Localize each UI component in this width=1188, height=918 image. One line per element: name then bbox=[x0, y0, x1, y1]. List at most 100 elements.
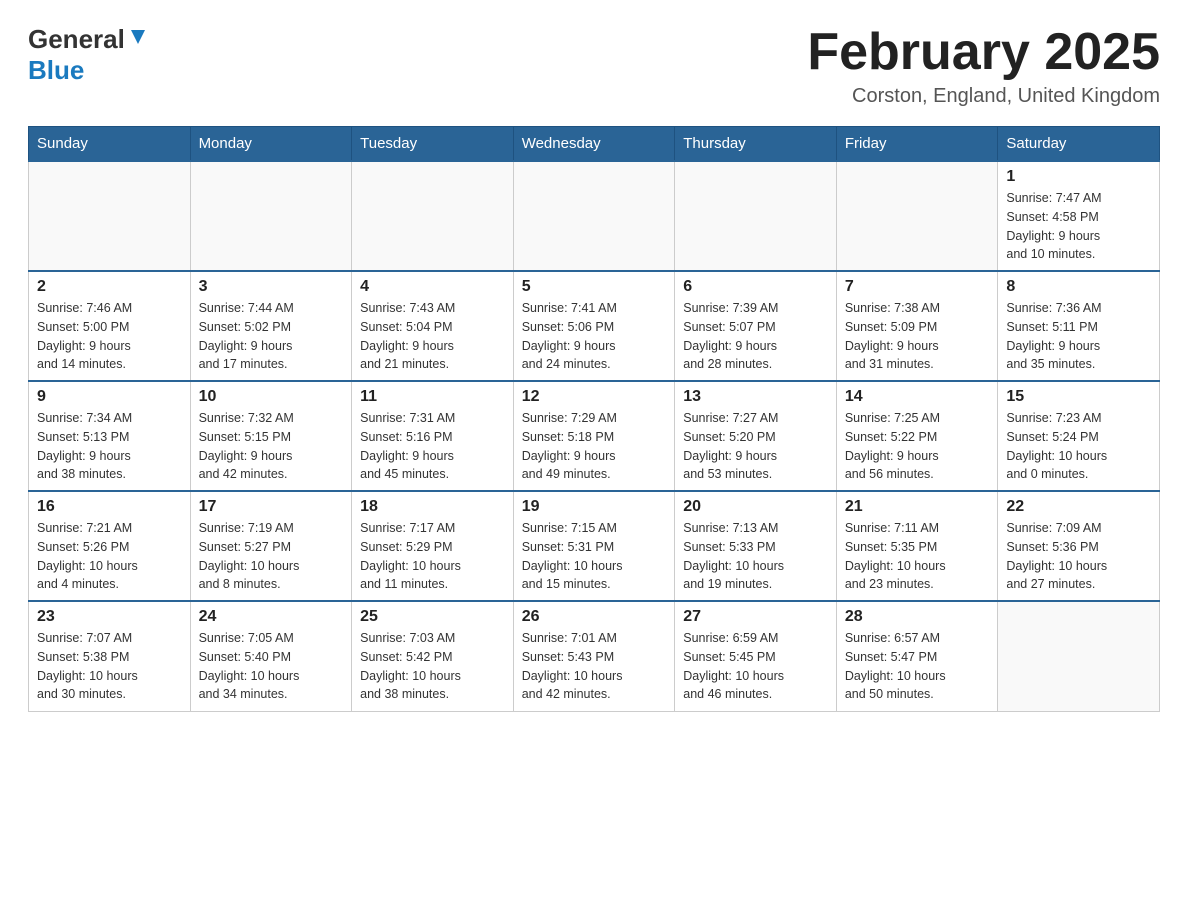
location-text: Corston, England, United Kingdom bbox=[807, 85, 1160, 108]
calendar-week-5: 23 Sunrise: 7:07 AM Sunset: 5:38 PM Dayli… bbox=[29, 601, 1160, 711]
calendar-cell bbox=[190, 161, 352, 271]
page-header: General Blue February 2025 Corston, Engl… bbox=[28, 24, 1160, 108]
day-number: 26 bbox=[522, 608, 667, 626]
calendar-week-2: 2 Sunrise: 7:46 AM Sunset: 5:00 PM Daylig… bbox=[29, 271, 1160, 381]
day-number: 20 bbox=[683, 498, 828, 516]
calendar-cell: 12 Sunrise: 7:29 AM Sunset: 5:18 PM Dayli… bbox=[513, 381, 675, 491]
calendar-table: SundayMondayTuesdayWednesdayThursdayFrid… bbox=[28, 126, 1160, 712]
day-number: 4 bbox=[360, 278, 505, 296]
calendar-cell: 2 Sunrise: 7:46 AM Sunset: 5:00 PM Daylig… bbox=[29, 271, 191, 381]
day-number: 24 bbox=[199, 608, 344, 626]
day-info: Sunrise: 7:31 AM Sunset: 5:16 PM Dayligh… bbox=[360, 409, 505, 484]
day-number: 19 bbox=[522, 498, 667, 516]
calendar-cell: 21 Sunrise: 7:11 AM Sunset: 5:35 PM Dayli… bbox=[836, 491, 998, 601]
calendar-cell: 17 Sunrise: 7:19 AM Sunset: 5:27 PM Dayli… bbox=[190, 491, 352, 601]
day-number: 5 bbox=[522, 278, 667, 296]
day-number: 9 bbox=[37, 388, 182, 406]
calendar-cell bbox=[352, 161, 514, 271]
day-info: Sunrise: 7:27 AM Sunset: 5:20 PM Dayligh… bbox=[683, 409, 828, 484]
calendar-cell: 11 Sunrise: 7:31 AM Sunset: 5:16 PM Dayli… bbox=[352, 381, 514, 491]
day-number: 21 bbox=[845, 498, 990, 516]
day-number: 6 bbox=[683, 278, 828, 296]
calendar-week-3: 9 Sunrise: 7:34 AM Sunset: 5:13 PM Daylig… bbox=[29, 381, 1160, 491]
day-info: Sunrise: 7:01 AM Sunset: 5:43 PM Dayligh… bbox=[522, 629, 667, 704]
day-info: Sunrise: 7:11 AM Sunset: 5:35 PM Dayligh… bbox=[845, 519, 990, 594]
day-number: 7 bbox=[845, 278, 990, 296]
day-info: Sunrise: 7:39 AM Sunset: 5:07 PM Dayligh… bbox=[683, 299, 828, 374]
calendar-cell: 20 Sunrise: 7:13 AM Sunset: 5:33 PM Dayli… bbox=[675, 491, 837, 601]
logo-arrow-icon bbox=[127, 26, 149, 53]
day-number: 14 bbox=[845, 388, 990, 406]
day-info: Sunrise: 7:23 AM Sunset: 5:24 PM Dayligh… bbox=[1006, 409, 1151, 484]
logo-general-text: General bbox=[28, 24, 125, 55]
day-info: Sunrise: 7:29 AM Sunset: 5:18 PM Dayligh… bbox=[522, 409, 667, 484]
day-info: Sunrise: 7:46 AM Sunset: 5:00 PM Dayligh… bbox=[37, 299, 182, 374]
day-info: Sunrise: 7:47 AM Sunset: 4:58 PM Dayligh… bbox=[1006, 189, 1151, 264]
day-number: 16 bbox=[37, 498, 182, 516]
day-info: Sunrise: 7:15 AM Sunset: 5:31 PM Dayligh… bbox=[522, 519, 667, 594]
calendar-cell: 9 Sunrise: 7:34 AM Sunset: 5:13 PM Daylig… bbox=[29, 381, 191, 491]
day-info: Sunrise: 7:25 AM Sunset: 5:22 PM Dayligh… bbox=[845, 409, 990, 484]
calendar-cell: 3Sunrise: 7:44 AM Sunset: 5:02 PM Daylig… bbox=[190, 271, 352, 381]
day-info: Sunrise: 7:32 AM Sunset: 5:15 PM Dayligh… bbox=[199, 409, 344, 484]
calendar-cell: 22 Sunrise: 7:09 AM Sunset: 5:36 PM Dayli… bbox=[998, 491, 1160, 601]
calendar-cell: 27 Sunrise: 6:59 AM Sunset: 5:45 PM Dayli… bbox=[675, 601, 837, 711]
weekday-header-tuesday: Tuesday bbox=[352, 127, 514, 162]
calendar-cell: 14 Sunrise: 7:25 AM Sunset: 5:22 PM Dayli… bbox=[836, 381, 998, 491]
weekday-header-wednesday: Wednesday bbox=[513, 127, 675, 162]
day-info: Sunrise: 6:59 AM Sunset: 5:45 PM Dayligh… bbox=[683, 629, 828, 704]
calendar-cell bbox=[29, 161, 191, 271]
calendar-cell: 26 Sunrise: 7:01 AM Sunset: 5:43 PM Dayli… bbox=[513, 601, 675, 711]
day-number: 12 bbox=[522, 388, 667, 406]
day-number: 23 bbox=[37, 608, 182, 626]
day-info: Sunrise: 7:03 AM Sunset: 5:42 PM Dayligh… bbox=[360, 629, 505, 704]
calendar-cell bbox=[675, 161, 837, 271]
calendar-cell: 10Sunrise: 7:32 AM Sunset: 5:15 PM Dayli… bbox=[190, 381, 352, 491]
day-info: Sunrise: 7:38 AM Sunset: 5:09 PM Dayligh… bbox=[845, 299, 990, 374]
calendar-cell: 24Sunrise: 7:05 AM Sunset: 5:40 PM Dayli… bbox=[190, 601, 352, 711]
day-number: 27 bbox=[683, 608, 828, 626]
weekday-header-sunday: Sunday bbox=[29, 127, 191, 162]
day-info: Sunrise: 7:21 AM Sunset: 5:26 PM Dayligh… bbox=[37, 519, 182, 594]
day-number: 17 bbox=[199, 498, 344, 516]
day-info: Sunrise: 7:43 AM Sunset: 5:04 PM Dayligh… bbox=[360, 299, 505, 374]
day-number: 8 bbox=[1006, 278, 1151, 296]
day-info: Sunrise: 7:34 AM Sunset: 5:13 PM Dayligh… bbox=[37, 409, 182, 484]
title-section: February 2025 Corston, England, United K… bbox=[807, 24, 1160, 108]
calendar-cell bbox=[998, 601, 1160, 711]
day-number: 3 bbox=[199, 278, 344, 296]
day-info: Sunrise: 7:09 AM Sunset: 5:36 PM Dayligh… bbox=[1006, 519, 1151, 594]
day-number: 18 bbox=[360, 498, 505, 516]
calendar-cell: 13Sunrise: 7:27 AM Sunset: 5:20 PM Dayli… bbox=[675, 381, 837, 491]
day-info: Sunrise: 7:36 AM Sunset: 5:11 PM Dayligh… bbox=[1006, 299, 1151, 374]
weekday-header-thursday: Thursday bbox=[675, 127, 837, 162]
calendar-cell bbox=[836, 161, 998, 271]
calendar-cell: 8 Sunrise: 7:36 AM Sunset: 5:11 PM Daylig… bbox=[998, 271, 1160, 381]
calendar-cell: 19 Sunrise: 7:15 AM Sunset: 5:31 PM Dayli… bbox=[513, 491, 675, 601]
calendar-week-4: 16 Sunrise: 7:21 AM Sunset: 5:26 PM Dayli… bbox=[29, 491, 1160, 601]
calendar-header: SundayMondayTuesdayWednesdayThursdayFrid… bbox=[29, 127, 1160, 162]
logo: General Blue bbox=[28, 24, 149, 86]
day-number: 22 bbox=[1006, 498, 1151, 516]
calendar-body: 1 Sunrise: 7:47 AM Sunset: 4:58 PM Daylig… bbox=[29, 161, 1160, 711]
day-number: 28 bbox=[845, 608, 990, 626]
day-info: Sunrise: 7:17 AM Sunset: 5:29 PM Dayligh… bbox=[360, 519, 505, 594]
calendar-cell bbox=[513, 161, 675, 271]
calendar-week-1: 1 Sunrise: 7:47 AM Sunset: 4:58 PM Daylig… bbox=[29, 161, 1160, 271]
day-number: 2 bbox=[37, 278, 182, 296]
day-number: 11 bbox=[360, 388, 505, 406]
day-info: Sunrise: 7:19 AM Sunset: 5:27 PM Dayligh… bbox=[199, 519, 344, 594]
weekday-header-friday: Friday bbox=[836, 127, 998, 162]
calendar-cell: 4 Sunrise: 7:43 AM Sunset: 5:04 PM Daylig… bbox=[352, 271, 514, 381]
calendar-cell: 15 Sunrise: 7:23 AM Sunset: 5:24 PM Dayli… bbox=[998, 381, 1160, 491]
calendar-cell: 1 Sunrise: 7:47 AM Sunset: 4:58 PM Daylig… bbox=[998, 161, 1160, 271]
weekday-header-saturday: Saturday bbox=[998, 127, 1160, 162]
calendar-cell: 5Sunrise: 7:41 AM Sunset: 5:06 PM Daylig… bbox=[513, 271, 675, 381]
day-number: 1 bbox=[1006, 168, 1151, 186]
day-info: Sunrise: 7:13 AM Sunset: 5:33 PM Dayligh… bbox=[683, 519, 828, 594]
calendar-cell: 16 Sunrise: 7:21 AM Sunset: 5:26 PM Dayli… bbox=[29, 491, 191, 601]
calendar-cell: 18 Sunrise: 7:17 AM Sunset: 5:29 PM Dayli… bbox=[352, 491, 514, 601]
day-info: Sunrise: 7:07 AM Sunset: 5:38 PM Dayligh… bbox=[37, 629, 182, 704]
calendar-cell: 23 Sunrise: 7:07 AM Sunset: 5:38 PM Dayli… bbox=[29, 601, 191, 711]
day-number: 15 bbox=[1006, 388, 1151, 406]
